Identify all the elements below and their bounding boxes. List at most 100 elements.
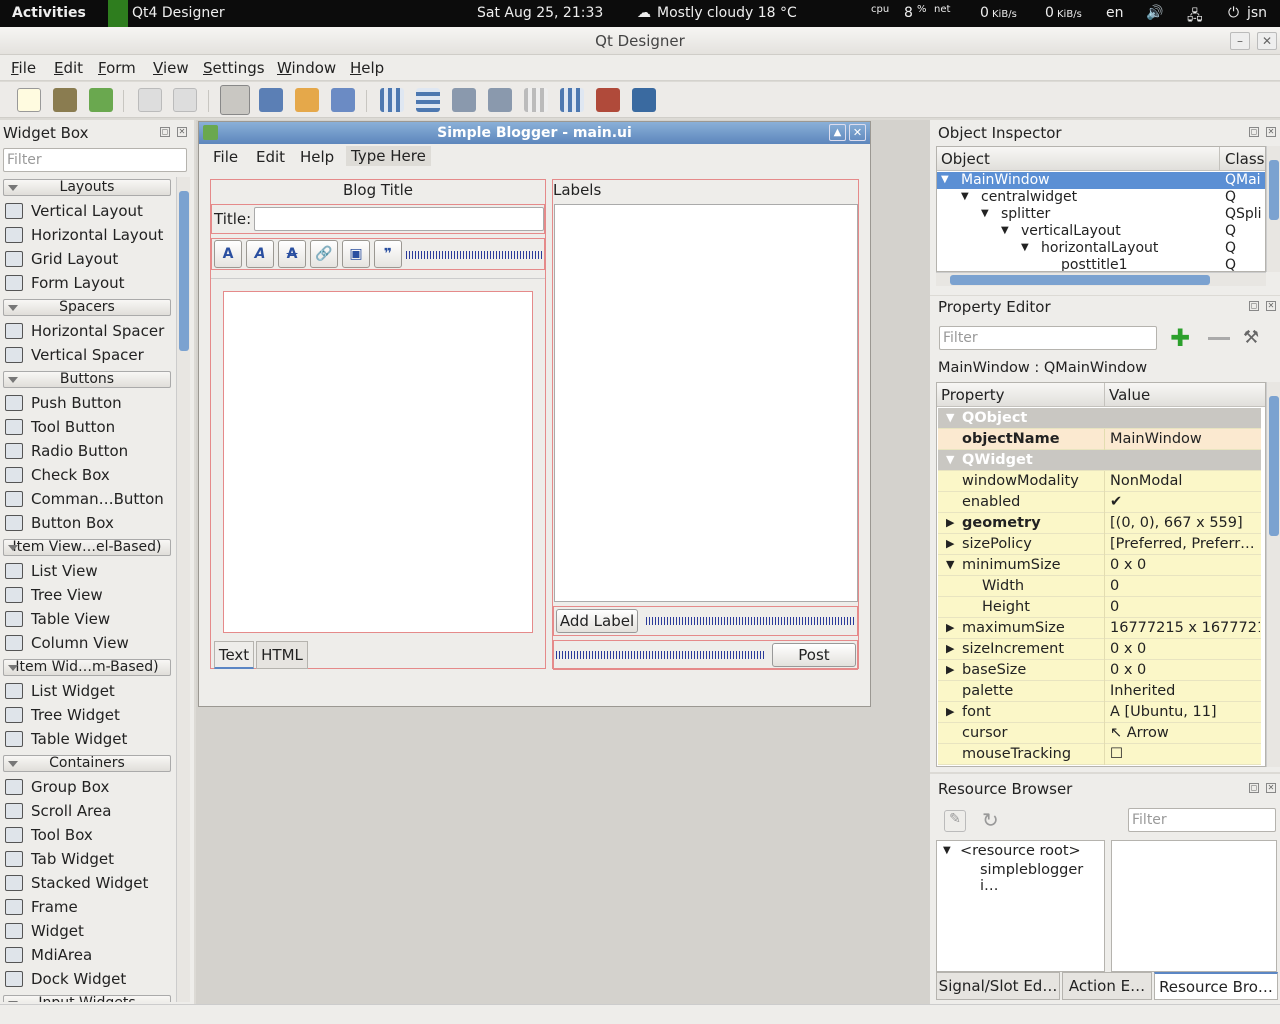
property-value[interactable]: ☐	[1110, 746, 1260, 762]
layout-form-icon[interactable]	[560, 88, 584, 112]
property-row[interactable]: cursor ↖ Arrow	[938, 723, 1261, 744]
widget-item[interactable]: Button Box	[5, 514, 114, 536]
edit-tab-order-icon[interactable]	[331, 88, 355, 112]
menu-help[interactable]: Help	[350, 59, 384, 77]
property-row[interactable]: palette Inherited	[938, 681, 1261, 702]
widget-category[interactable]: Containers	[3, 755, 171, 772]
form-menu-edit[interactable]: Edit	[256, 148, 285, 166]
configure-icon[interactable]: ⚒	[1243, 327, 1259, 348]
close-window-button[interactable]: ✕	[1257, 32, 1277, 50]
form-menu-file[interactable]: File	[213, 148, 238, 166]
user-menu[interactable]: jsn	[1247, 5, 1267, 21]
widget-list-scrollbar[interactable]	[176, 177, 190, 1002]
float-icon[interactable]: ◻	[160, 127, 170, 137]
layout-h-splitter-icon[interactable]	[452, 88, 476, 112]
volume-icon[interactable]: 🔊	[1146, 5, 1163, 21]
tab-html[interactable]: HTML	[256, 641, 308, 669]
property-table-scrollbar[interactable]	[1266, 382, 1280, 767]
activities-button[interactable]: Activities	[12, 5, 86, 21]
property-row[interactable]: ▶ geometry [(0, 0), 667 x 559]	[938, 513, 1261, 534]
widget-category[interactable]: Input Widgets	[3, 995, 171, 1002]
object-tree-row[interactable]: ▼ centralwidget Q	[937, 189, 1265, 206]
property-row[interactable]: Width 0	[938, 576, 1261, 597]
expand-arrow-icon[interactable]: ▶	[946, 663, 954, 676]
property-row[interactable]: Height 0	[938, 597, 1261, 618]
minimize-button[interactable]: –	[1230, 32, 1250, 50]
layout-vertical-icon[interactable]	[416, 88, 440, 112]
widget-category[interactable]: Spacers	[3, 299, 171, 316]
form-menu-help[interactable]: Help	[300, 148, 334, 166]
widget-item[interactable]: Grid Layout	[5, 250, 118, 272]
scrollbar-thumb[interactable]	[1269, 396, 1279, 536]
object-tree-row[interactable]: ▼ splitter QSpli	[937, 206, 1265, 223]
widget-item[interactable]: List Widget	[5, 682, 115, 704]
expand-arrow-icon[interactable]: ▶	[946, 621, 954, 634]
widget-item[interactable]: Horizontal Layout	[5, 226, 163, 248]
reload-icon[interactable]: ↻	[982, 808, 999, 832]
widget-category[interactable]: Item Wid…m-Based)	[3, 659, 171, 676]
property-row[interactable]: ▶ sizePolicy [Preferred, Preferr…	[938, 534, 1261, 555]
tab-action-editor[interactable]: Action E…	[1062, 972, 1152, 1000]
widget-item[interactable]: Tool Box	[5, 826, 93, 848]
widget-item[interactable]: Group Box	[5, 778, 109, 800]
property-filter-input[interactable]: Filter	[939, 326, 1157, 350]
property-row[interactable]: enabled ✔	[938, 492, 1261, 513]
property-row[interactable]: mouseTracking ☐	[938, 744, 1261, 765]
menu-view[interactable]: View	[153, 59, 189, 77]
close-icon[interactable]: ✕	[1266, 127, 1276, 137]
edit-signals-slots-icon[interactable]	[259, 88, 283, 112]
expand-arrow-icon[interactable]: ▼	[941, 174, 949, 185]
tab-signal-slot-editor[interactable]: Signal/Slot Ed…	[936, 972, 1060, 1000]
save-form-icon[interactable]	[89, 88, 113, 112]
form-close-button[interactable]: ✕	[849, 124, 866, 141]
form-maximize-button[interactable]: ▲	[829, 124, 846, 141]
widget-category[interactable]: Item View…el-Based)	[3, 539, 171, 556]
property-row[interactable]: ▶ baseSize 0 x 0	[938, 660, 1261, 681]
adjust-size-icon[interactable]	[632, 88, 656, 112]
widget-category[interactable]: Layouts	[3, 179, 171, 196]
widget-item[interactable]: Stacked Widget	[5, 874, 148, 896]
image-button[interactable]: ▣	[342, 240, 370, 268]
expand-arrow-icon[interactable]: ▼	[946, 558, 954, 571]
widget-item[interactable]: Table View	[5, 610, 110, 632]
paste-icon[interactable]	[173, 88, 197, 112]
widget-item[interactable]: MdiArea	[5, 946, 92, 968]
property-value[interactable]: A [Ubuntu, 11]	[1110, 704, 1260, 720]
property-value[interactable]: 0	[1110, 599, 1260, 615]
object-tree-row[interactable]: ▼ horizontalLayout Q	[937, 240, 1265, 257]
widget-item[interactable]: Push Button	[5, 394, 122, 416]
float-icon[interactable]: ◻	[1249, 127, 1259, 137]
edit-buddies-icon[interactable]	[295, 88, 319, 112]
property-row[interactable]: ▶ font A [Ubuntu, 11]	[938, 702, 1261, 723]
float-icon[interactable]: ◻	[1249, 783, 1259, 793]
property-row[interactable]: ▼ QWidget	[938, 450, 1261, 471]
post-text-edit[interactable]	[223, 291, 533, 633]
property-value[interactable]: 0 x 0	[1110, 641, 1260, 657]
object-tree-row[interactable]: posttitle1 Q	[937, 257, 1265, 271]
quote-button[interactable]: ❞	[374, 240, 402, 268]
property-row[interactable]: ▼ minimumSize 0 x 0	[938, 555, 1261, 576]
strike-button[interactable]: A	[278, 240, 306, 268]
widget-item[interactable]: Tree Widget	[5, 706, 120, 728]
widget-item[interactable]: Vertical Spacer	[5, 346, 144, 368]
property-row[interactable]: ▶ sizeIncrement 0 x 0	[938, 639, 1261, 660]
widget-item[interactable]: Radio Button	[5, 442, 128, 464]
property-value[interactable]: ↖ Arrow	[1110, 725, 1260, 741]
widget-filter-input[interactable]: Filter	[3, 148, 187, 172]
widget-item[interactable]: Frame	[5, 898, 78, 920]
expand-arrow-icon[interactable]: ▶	[946, 705, 954, 718]
break-layout-icon[interactable]	[596, 88, 620, 112]
menu-edit[interactable]: Edit	[54, 59, 83, 77]
widget-item[interactable]: Comman…Button	[5, 490, 164, 512]
widget-item[interactable]: Scroll Area	[5, 802, 111, 824]
expand-arrow-icon[interactable]: ▶	[946, 642, 954, 655]
close-icon[interactable]: ✕	[1266, 783, 1276, 793]
object-tree-vscroll[interactable]	[1266, 146, 1280, 272]
expand-arrow-icon[interactable]: ▼	[1021, 242, 1029, 253]
layout-v-splitter-icon[interactable]	[488, 88, 512, 112]
title-input[interactable]	[254, 207, 544, 231]
scrollbar-thumb[interactable]	[179, 191, 189, 351]
network-icon[interactable]: 🖧	[1187, 5, 1203, 29]
menu-window[interactable]: Window	[277, 59, 336, 77]
new-form-icon[interactable]	[17, 88, 41, 112]
